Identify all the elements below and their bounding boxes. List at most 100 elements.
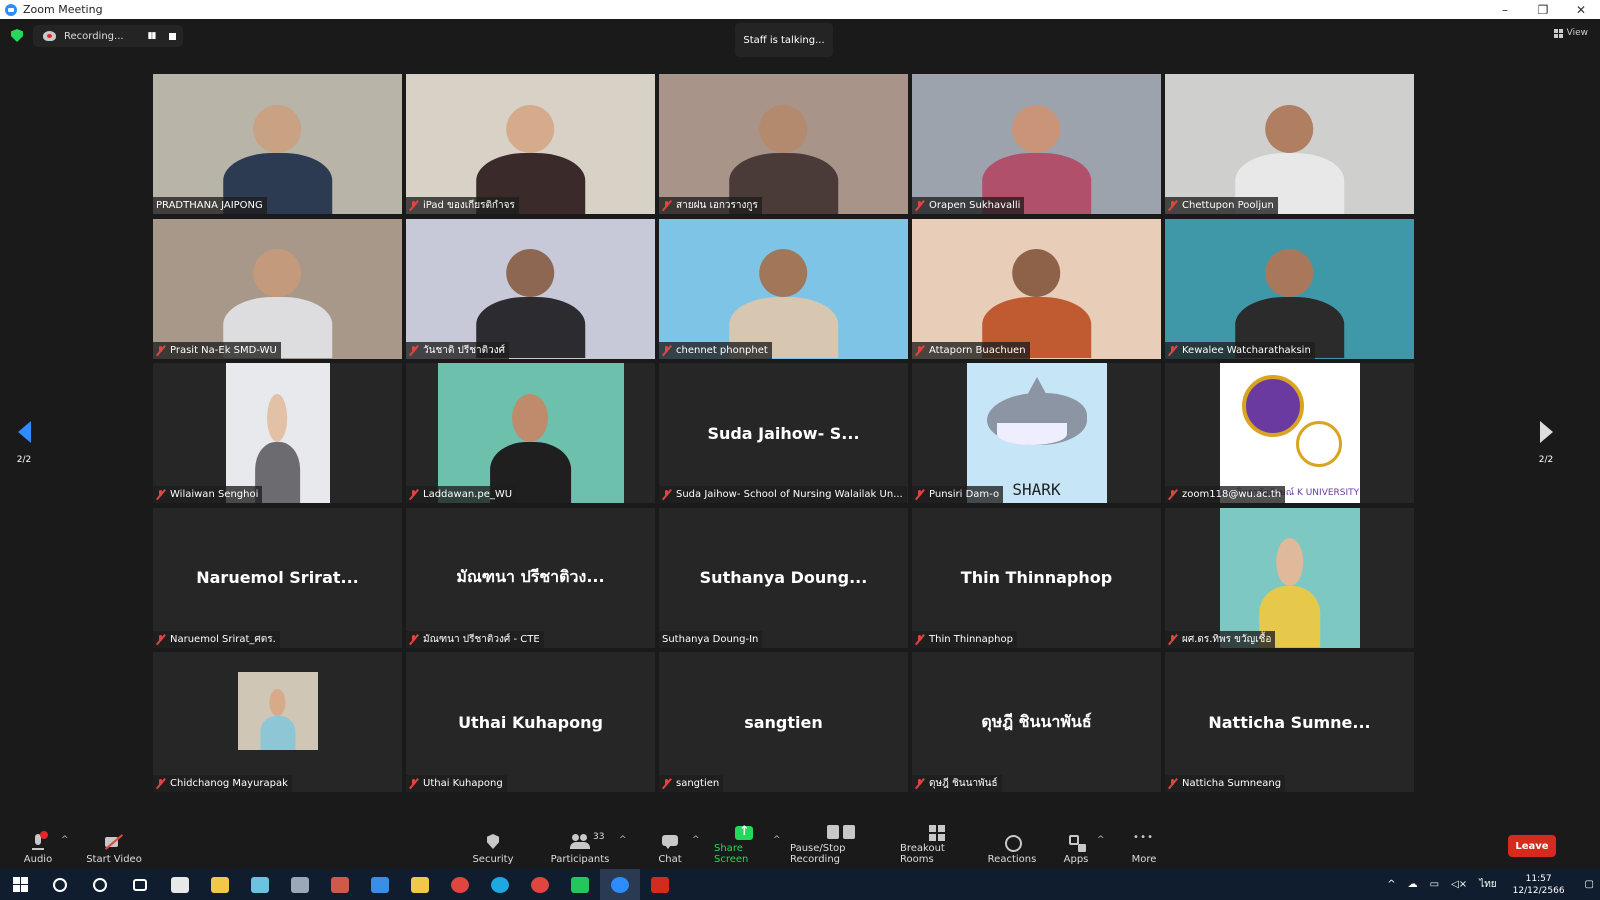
mic-muted-icon: [156, 345, 165, 356]
taskbar-start-icon[interactable]: [0, 869, 40, 900]
participant-tile[interactable]: SHARK Punsiri Dam-o: [912, 363, 1161, 503]
taskbar-search-icon[interactable]: [40, 869, 80, 900]
taskbar-clock[interactable]: 11:57 12/12/2566: [1513, 873, 1565, 897]
participant-tile[interactable]: Uthai Kuhapong Uthai Kuhapong: [406, 652, 655, 792]
participant-video: [406, 74, 655, 214]
participant-tile[interactable]: Chidchanog Mayurapak: [153, 652, 402, 792]
taskbar-task-view-icon[interactable]: [120, 869, 160, 900]
start-video-button[interactable]: Start Video: [86, 825, 142, 869]
share-screen-button[interactable]: Share Screen: [714, 824, 774, 869]
taskbar-ie-icon[interactable]: [360, 869, 400, 900]
taskbar-mail-icon[interactable]: [160, 869, 200, 900]
chat-button[interactable]: Chat: [655, 825, 685, 869]
volume-muted-icon[interactable]: ◁×: [1451, 879, 1467, 890]
taskbar-line-icon[interactable]: [560, 869, 600, 900]
shark-belly-shape: [996, 423, 1067, 445]
participant-tile[interactable]: iPad ของเกียรติกำจร: [406, 74, 655, 214]
taskbar-notes-icon[interactable]: [240, 869, 280, 900]
participant-name-label: Kewalee Watcharathaksin: [1165, 341, 1315, 359]
mic-muted-icon: [1168, 634, 1177, 645]
apps-button[interactable]: Apps: [1061, 825, 1091, 869]
participant-tile[interactable]: ดุษฎี ชินนาพันธ์ ดุษฎี ชินนาพันธ์: [912, 652, 1161, 792]
participant-tile[interactable]: Orapen Sukhavalli: [912, 74, 1161, 214]
person-head: [1265, 104, 1314, 153]
tray-overflow-caret[interactable]: ^: [1387, 879, 1395, 890]
participant-tile[interactable]: PRADTHANA JAIPONG: [153, 74, 402, 214]
participant-tile[interactable]: Naruemol Srirat... Naruemol Srirat_ศตร.: [153, 507, 402, 648]
share-options-caret[interactable]: ^: [773, 835, 781, 845]
participant-tile[interactable]: Natticha Sumne... Natticha Sumneang: [1165, 652, 1414, 792]
participant-video: [1165, 218, 1414, 359]
recording-label: Recording...: [64, 30, 124, 42]
participant-name-label: Laddawan.pe_WU: [406, 486, 517, 503]
participant-name: มัณฑนา ปรีชาติวงศ์ - CTE: [423, 633, 540, 645]
participant-tile[interactable]: มัณฑนา ปรีชาติวง... มัณฑนา ปรีชาติวงศ์ - …: [406, 507, 655, 648]
taskbar-cortana-icon[interactable]: [80, 869, 120, 900]
participant-tile[interactable]: มหาวิทยาลัยลักษณ์ K UNIVERSITY zoom118@wu…: [1165, 363, 1414, 503]
security-label: Security: [472, 854, 514, 865]
taskbar-zoom-icon[interactable]: [600, 869, 640, 900]
participant-tile[interactable]: Prasit Na-Ek SMD-WU: [153, 218, 402, 359]
participant-tile[interactable]: chennet phonphet: [659, 218, 908, 359]
participant-tile[interactable]: Laddawan.pe_WU: [406, 363, 655, 503]
next-page-button[interactable]: 2/2: [1531, 421, 1561, 465]
taskbar-pen-icon[interactable]: [280, 869, 320, 900]
close-button[interactable]: ✕: [1562, 0, 1600, 19]
audio-button[interactable]: Audio: [22, 825, 54, 869]
participant-tile[interactable]: Thin Thinnaphop Thin Thinnaphop: [912, 507, 1161, 648]
audio-options-caret[interactable]: ^: [61, 835, 69, 845]
stop-recording-button[interactable]: [169, 32, 177, 40]
chat-options-caret[interactable]: ^: [692, 835, 700, 845]
mic-muted-icon: [915, 778, 924, 789]
mic-muted-icon: [915, 345, 924, 356]
apps-options-caret[interactable]: ^: [1097, 835, 1105, 845]
participant-name: วันชาติ ปรีชาติวงศ์: [423, 344, 505, 356]
taskbar-acrobat-icon[interactable]: [640, 869, 680, 900]
taskbar-explorer-icon[interactable]: [400, 869, 440, 900]
participant-tile[interactable]: Chettupon Pooljun: [1165, 74, 1414, 214]
more-button[interactable]: More: [1128, 825, 1160, 869]
participant-name-label: iPad ของเกียรติกำจร: [406, 197, 519, 214]
encryption-shield-icon[interactable]: [11, 29, 23, 42]
taskbar-store-icon[interactable]: [200, 869, 240, 900]
participant-tile[interactable]: Suthanya Doung... Suthanya Doung-In: [659, 507, 908, 648]
taskbar-edge-icon[interactable]: [480, 869, 520, 900]
security-button[interactable]: Security: [470, 825, 516, 869]
taskbar-chrome-icon[interactable]: [440, 869, 480, 900]
participant-tile[interactable]: ผศ.ดร.ทิพร ขวัญเชื้อ: [1165, 507, 1414, 648]
leave-button[interactable]: Leave: [1508, 835, 1556, 857]
previous-page-button[interactable]: 2/2: [9, 421, 39, 465]
taskbar-chrome-2-icon[interactable]: [520, 869, 560, 900]
breakout-rooms-button[interactable]: Breakout Rooms: [900, 825, 974, 869]
notifications-icon[interactable]: ▢: [1585, 879, 1594, 890]
reactions-button[interactable]: Reactions: [987, 825, 1037, 869]
participant-name: Natticha Sumneang: [1182, 778, 1282, 789]
taskbar-paint-icon[interactable]: [320, 869, 360, 900]
participant-tile[interactable]: วันชาติ ปรีชาติวงศ์: [406, 218, 655, 359]
minimize-button[interactable]: –: [1486, 0, 1524, 19]
participant-video: [1219, 507, 1360, 648]
participant-tile[interactable]: Kewalee Watcharathaksin: [1165, 218, 1414, 359]
pause-recording-button[interactable]: ▮▮: [148, 31, 157, 41]
microphone-icon: [29, 831, 48, 850]
participants-options-caret[interactable]: ^: [619, 835, 627, 845]
mic-muted-icon: [1168, 778, 1177, 789]
restore-button[interactable]: ❐: [1524, 0, 1562, 19]
reactions-label: Reactions: [987, 854, 1037, 865]
participant-name: zoom118@wu.ac.th: [1182, 489, 1282, 500]
onedrive-cloud-icon[interactable]: ☁: [1408, 879, 1418, 890]
participant-tile[interactable]: sangtien sangtien: [659, 652, 908, 792]
participant-tile[interactable]: สายฝน เอกวรางกูร: [659, 74, 908, 214]
person-head: [512, 393, 549, 442]
network-icon[interactable]: ▭: [1430, 879, 1439, 890]
grid-view-icon: [1553, 28, 1563, 38]
participant-tile[interactable]: Wilaiwan Senghoi: [153, 363, 402, 503]
pause-stop-recording-button[interactable]: Pause/Stop Recording: [790, 825, 890, 869]
input-language[interactable]: ไทย: [1479, 877, 1496, 892]
view-button[interactable]: View: [1553, 28, 1588, 38]
mic-muted-icon: [1168, 489, 1177, 500]
participant-name: chennet phonphet: [676, 344, 768, 356]
participant-tile[interactable]: Attaporn Buachuen: [912, 218, 1161, 359]
participant-tile[interactable]: Suda Jaihow- S... Suda Jaihow- School of …: [659, 363, 908, 503]
taskbar-glyph: [651, 876, 669, 893]
